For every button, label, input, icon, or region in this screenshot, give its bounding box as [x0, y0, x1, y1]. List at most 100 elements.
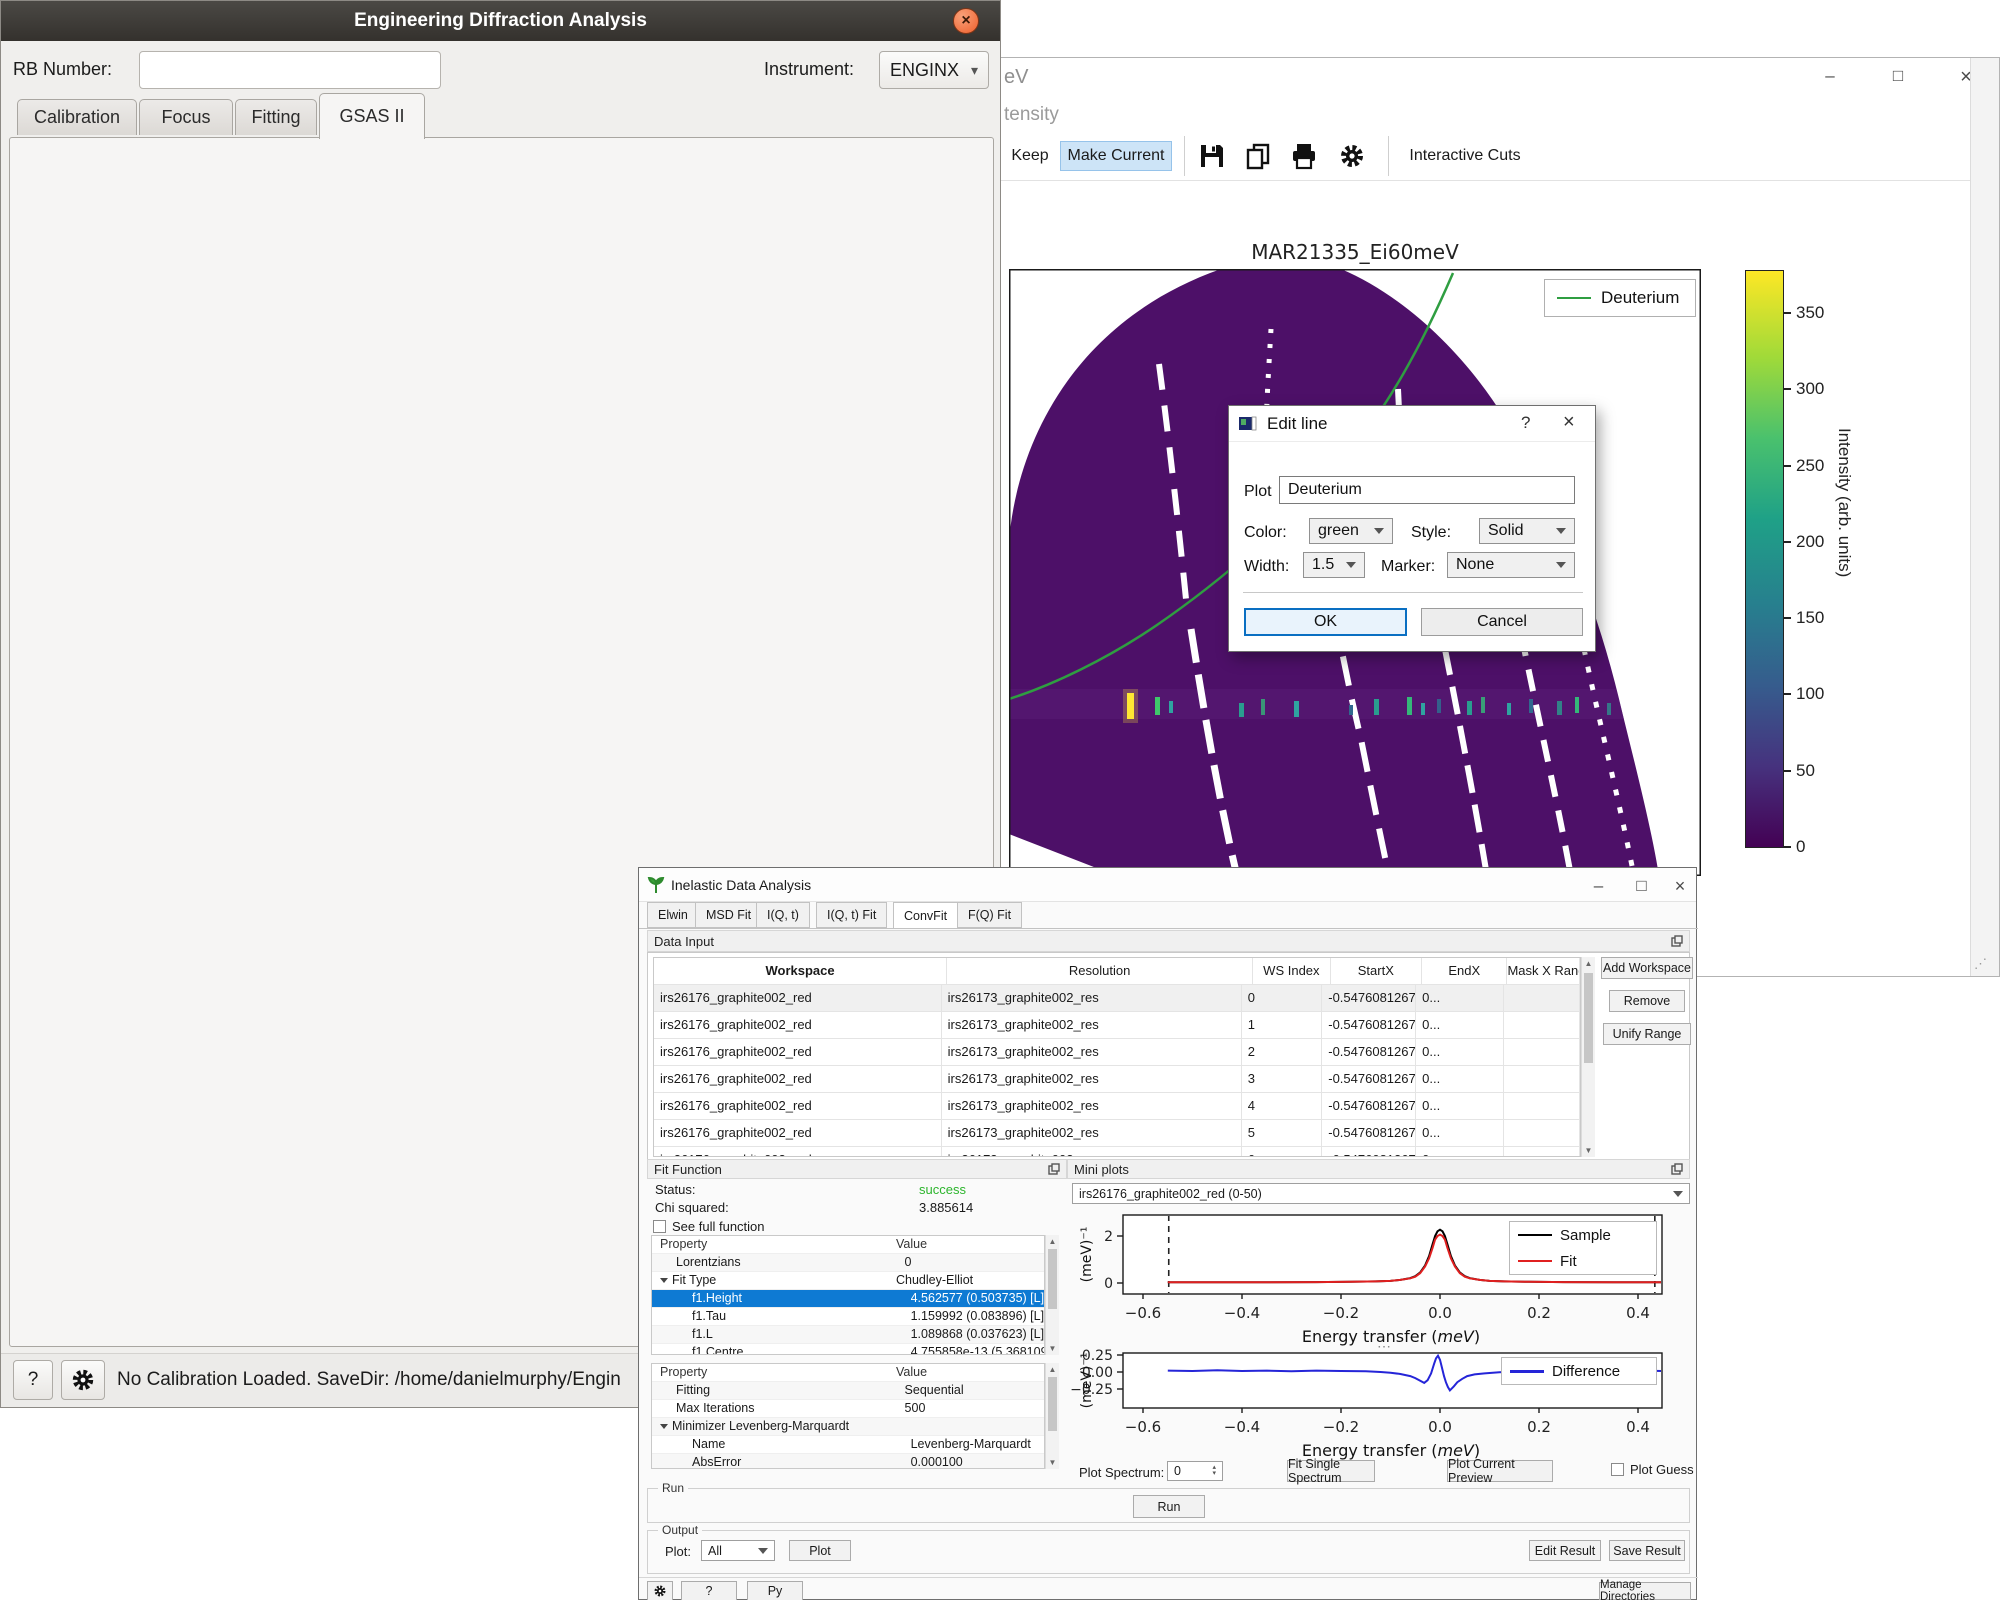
scroll-up-icon[interactable]: ▲: [1046, 1365, 1059, 1374]
property-row[interactable]: Lorentzians0: [652, 1254, 1044, 1272]
scrollbar-thumb[interactable]: [1048, 1377, 1057, 1431]
cell-startx[interactable]: -0.54760812672...: [1322, 1120, 1416, 1146]
tab-iqt[interactable]: I(Q, t): [756, 902, 810, 928]
plot-current-preview-button[interactable]: Plot Current Preview: [1447, 1460, 1553, 1482]
cell-endx[interactable]: 0...: [1416, 1039, 1504, 1065]
cell-startx[interactable]: -0.54760812672...: [1322, 1147, 1416, 1157]
gear-icon[interactable]: [1338, 142, 1366, 175]
style-select[interactable]: Solid: [1479, 518, 1575, 544]
help-button[interactable]: ?: [681, 1581, 737, 1600]
maximize-icon[interactable]: □: [1620, 876, 1663, 896]
cell-ws_index[interactable]: 6: [1242, 1147, 1323, 1157]
tab-gsas-ii[interactable]: GSAS II: [319, 93, 425, 139]
settings-button[interactable]: [647, 1581, 673, 1600]
property-value[interactable]: 4.755858e-13 (5.368109e-14) [L]: [911, 1344, 1044, 1355]
cell-resolution[interactable]: irs26173_graphite002_res: [942, 1120, 1242, 1146]
property-value[interactable]: 0.000100: [911, 1454, 1044, 1469]
table-row[interactable]: irs26176_graphite002_redirs26173_graphit…: [654, 1012, 1580, 1039]
cell-ws_index[interactable]: 4: [1242, 1093, 1323, 1119]
see-full-function-checkbox[interactable]: [653, 1220, 666, 1233]
copy-icon[interactable]: [1244, 142, 1272, 175]
cell-workspace[interactable]: irs26176_graphite002_red: [654, 985, 942, 1011]
save-icon[interactable]: [1198, 142, 1226, 175]
table-row[interactable]: irs26176_graphite002_redirs26173_graphit…: [654, 985, 1580, 1012]
tab-elwin[interactable]: Elwin: [647, 902, 699, 928]
cancel-button[interactable]: Cancel: [1421, 608, 1583, 636]
cell-startx[interactable]: -0.54760812672...: [1322, 1012, 1416, 1038]
cell-endx[interactable]: 0...: [1416, 1120, 1504, 1146]
undock-icon[interactable]: [1671, 1163, 1683, 1175]
cell-endx[interactable]: 0...: [1416, 1147, 1504, 1157]
fit-single-spectrum-button[interactable]: Fit Single Spectrum: [1287, 1460, 1375, 1482]
cell-mask[interactable]: [1504, 1093, 1580, 1119]
instrument-select[interactable]: ENGINX ▾: [879, 51, 989, 89]
plot-guess-checkbox[interactable]: [1611, 1463, 1624, 1476]
cell-workspace[interactable]: irs26176_graphite002_red: [654, 1039, 942, 1065]
column-header[interactable]: Workspace: [654, 958, 947, 984]
settings-property-table[interactable]: PropertyValueFittingSequentialMax Iterat…: [651, 1363, 1045, 1469]
property-value[interactable]: 500: [905, 1400, 1044, 1417]
cell-endx[interactable]: 0...: [1416, 1093, 1504, 1119]
cell-startx[interactable]: -0.54760812672...: [1322, 1093, 1416, 1119]
cell-mask[interactable]: [1504, 1039, 1580, 1065]
table-row[interactable]: irs26176_graphite002_redirs26173_graphit…: [654, 1093, 1580, 1120]
workspace-table[interactable]: WorkspaceResolutionWS IndexStartXEndXMas…: [653, 957, 1581, 1157]
spinner-arrows-icon[interactable]: ▴▾: [1212, 1465, 1216, 1477]
plot-field-input[interactable]: Deuterium: [1279, 476, 1575, 504]
table-row[interactable]: irs26176_graphite002_redirs26173_graphit…: [654, 1039, 1580, 1066]
cell-endx[interactable]: 0...: [1416, 1012, 1504, 1038]
cell-ws_index[interactable]: 3: [1242, 1066, 1323, 1092]
property-value[interactable]: [896, 1418, 1040, 1435]
scroll-down-icon[interactable]: ▼: [1582, 1146, 1595, 1155]
make-current-button[interactable]: Make Current: [1060, 141, 1172, 171]
maximize-icon[interactable]: □: [1876, 66, 1920, 86]
property-row[interactable]: Minimizer Levenberg-Marquardt: [652, 1418, 1044, 1436]
help-icon[interactable]: ?: [1521, 413, 1530, 433]
window-titlebar[interactable]: Engineering Diffraction Analysis: [1, 1, 1000, 41]
property-scrollbar[interactable]: ▲ ▼: [1045, 1235, 1059, 1355]
tab-fitting[interactable]: Fitting: [235, 99, 317, 135]
expander-icon[interactable]: [660, 1278, 668, 1283]
minimize-icon[interactable]: –: [1808, 66, 1852, 86]
marker-select[interactable]: None: [1447, 552, 1575, 578]
undock-icon[interactable]: [1671, 935, 1683, 947]
remove-button[interactable]: Remove: [1609, 990, 1685, 1012]
mini-plots-header[interactable]: Mini plots: [1067, 1159, 1690, 1179]
tab-convfit[interactable]: ConvFit: [893, 902, 958, 929]
cell-resolution[interactable]: irs26173_graphite002_res: [942, 1039, 1242, 1065]
property-row[interactable]: f1.Centre4.755858e-13 (5.368109e-14) [L]: [652, 1344, 1044, 1355]
property-value[interactable]: Chudley-Elliot: [896, 1272, 1040, 1289]
table-row[interactable]: irs26176_graphite002_redirs26173_graphit…: [654, 1147, 1580, 1157]
scroll-up-icon[interactable]: ▲: [1582, 959, 1595, 968]
cell-startx[interactable]: -0.54760812672...: [1322, 1066, 1416, 1092]
property-row[interactable]: Fit TypeChudley-Elliot: [652, 1272, 1044, 1290]
cell-endx[interactable]: 0...: [1416, 985, 1504, 1011]
property-value[interactable]: Sequential: [905, 1382, 1044, 1399]
undock-icon[interactable]: [1048, 1163, 1060, 1175]
resize-grip-icon[interactable]: ⋰: [1974, 956, 1989, 972]
cell-resolution[interactable]: irs26173_graphite002_res: [942, 1012, 1242, 1038]
cell-startx[interactable]: -0.54760812672...: [1322, 985, 1416, 1011]
property-row[interactable]: AbsError0.000100: [652, 1454, 1044, 1469]
property-row[interactable]: NameLevenberg-Marquardt: [652, 1436, 1044, 1454]
color-select[interactable]: green: [1309, 518, 1393, 544]
property-scrollbar[interactable]: ▲ ▼: [1045, 1363, 1059, 1469]
cell-endx[interactable]: 0...: [1416, 1066, 1504, 1092]
ok-button[interactable]: OK: [1244, 608, 1407, 636]
save-result-button[interactable]: Save Result: [1609, 1540, 1685, 1561]
unify-range-button[interactable]: Unify Range: [1603, 1023, 1691, 1045]
column-header[interactable]: EndX: [1422, 958, 1507, 984]
cell-workspace[interactable]: irs26176_graphite002_red: [654, 1093, 942, 1119]
close-icon[interactable]: ×: [953, 8, 979, 34]
output-plot-select[interactable]: All: [701, 1540, 775, 1561]
output-plot-button[interactable]: Plot: [789, 1540, 851, 1561]
add-workspace-button[interactable]: Add Workspace: [1601, 957, 1693, 979]
cell-ws_index[interactable]: 1: [1242, 1012, 1323, 1038]
tab-iqt-fit[interactable]: I(Q, t) Fit: [816, 902, 887, 928]
cell-resolution[interactable]: irs26173_graphite002_res: [942, 1147, 1242, 1157]
scroll-down-icon[interactable]: ▼: [1046, 1344, 1059, 1353]
property-value[interactable]: 1.159992 (0.083896) [L]: [911, 1308, 1044, 1325]
close-icon[interactable]: ×: [1563, 411, 1575, 434]
property-row[interactable]: FittingSequential: [652, 1382, 1044, 1400]
close-icon[interactable]: ×: [1663, 876, 1697, 897]
